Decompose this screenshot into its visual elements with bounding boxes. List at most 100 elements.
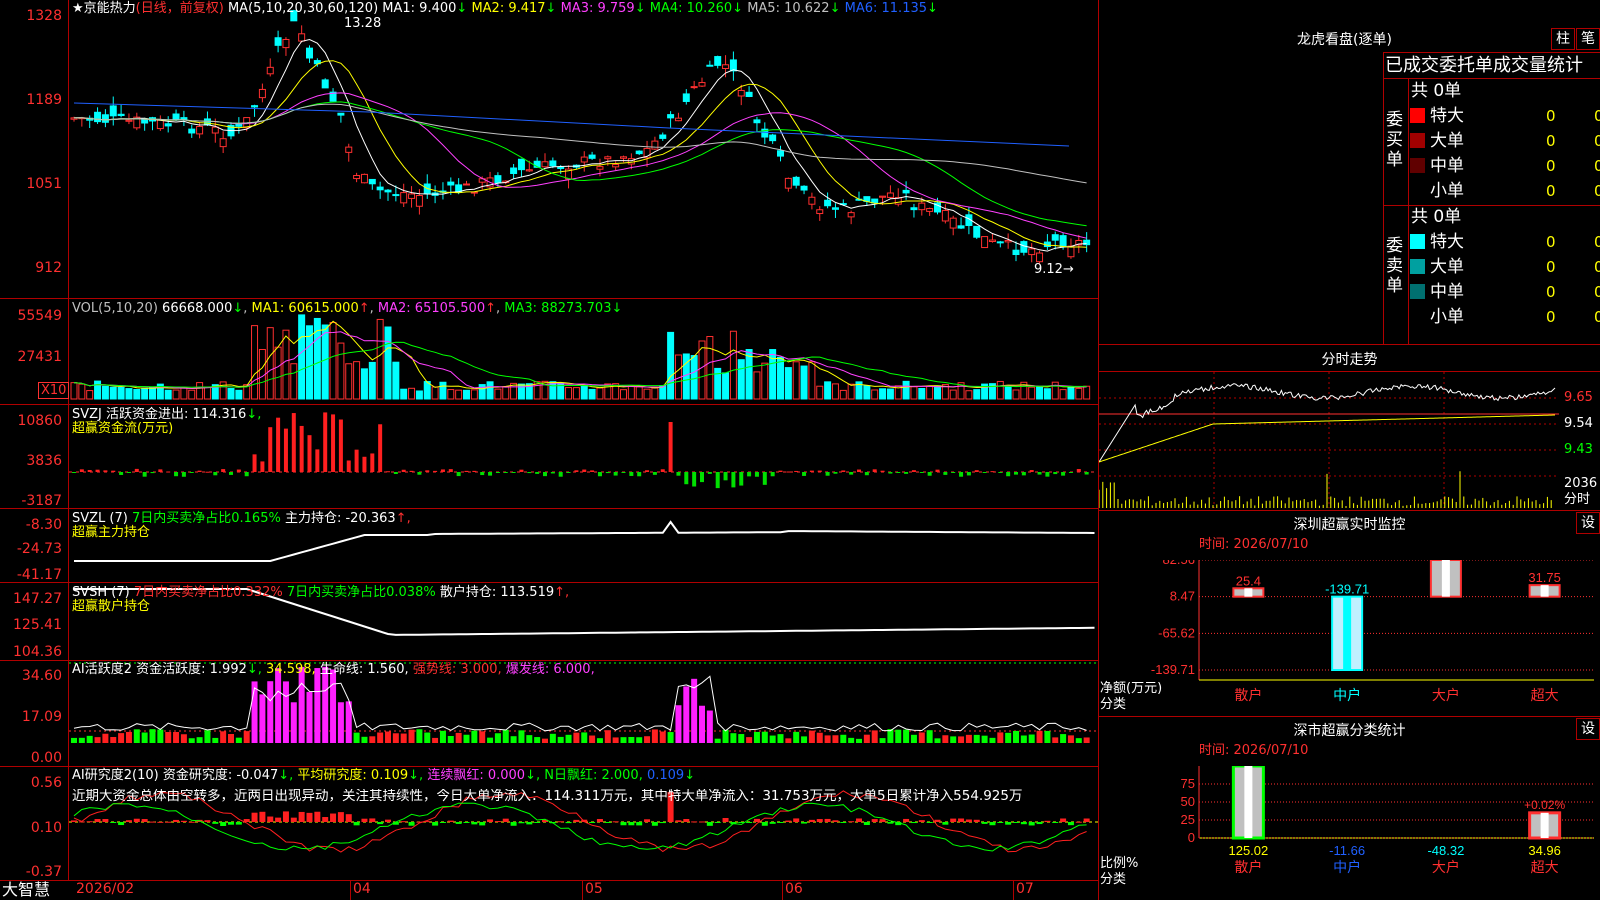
classify-settings-button[interactable]: 设	[1576, 718, 1600, 740]
volume-header: VOL(5,10,20) 66668.000↓, MA1: 60615.000↑…	[72, 301, 623, 316]
research-bar	[1044, 820, 1051, 822]
flow-bar	[354, 449, 359, 472]
volume-bar	[70, 382, 78, 400]
classify-value-label: 125.02	[1228, 843, 1268, 858]
research-bar	[204, 820, 211, 822]
flow-bar	[495, 472, 500, 473]
order-count: 0	[1546, 157, 1556, 175]
candle	[588, 154, 596, 159]
volume-bar	[368, 361, 376, 400]
activity-bar	[667, 732, 674, 743]
monitor-settings-button[interactable]: 设	[1576, 512, 1600, 534]
research-bar	[997, 822, 1004, 823]
classify-category-label: 散户	[1234, 859, 1262, 876]
flow-bar	[213, 472, 218, 476]
y-tick: 17.09	[21, 709, 62, 725]
volume-bar	[360, 368, 368, 400]
color-swatch	[1410, 158, 1425, 173]
research-bar	[502, 818, 509, 822]
flow-bar	[276, 417, 281, 472]
candle	[627, 158, 635, 165]
research-bar	[965, 819, 972, 822]
flow-bar	[731, 472, 736, 488]
candle	[753, 119, 761, 124]
order-percent: 0%	[1594, 258, 1600, 276]
y-tick: 104.36	[13, 644, 62, 660]
y-tick: 0.10	[30, 820, 62, 836]
y-tick: -0.37	[25, 864, 62, 880]
research-bar	[644, 819, 651, 822]
research-bar	[322, 817, 329, 822]
volume-bar	[824, 381, 832, 400]
classify-category-label: 中户	[1333, 859, 1361, 876]
monitor-chart[interactable]: 82.568.47-65.62-139.7125.4散户-139.71中户82.…	[1099, 560, 1600, 716]
activity-bar	[801, 736, 808, 743]
activity-bar	[683, 686, 690, 743]
candlestick-chart[interactable]	[69, 0, 1098, 298]
flow-bar	[307, 435, 312, 472]
color-swatch	[1410, 309, 1425, 324]
ai-research-chart[interactable]	[69, 767, 1098, 880]
candle	[258, 88, 266, 99]
y-tick: 3836	[26, 453, 62, 469]
flow-bar	[1068, 472, 1073, 473]
vol-ma3-line	[73, 341, 1087, 388]
candle	[463, 183, 470, 186]
bar-view-button[interactable]: 柱	[1551, 28, 1575, 50]
brand-label: 大智慧	[2, 880, 51, 899]
volume-bar	[1051, 381, 1059, 400]
research-bar	[314, 811, 321, 822]
activity-bar	[596, 738, 603, 743]
activity-bar	[863, 734, 870, 743]
candle	[620, 156, 627, 159]
candle	[926, 208, 934, 212]
research-bar	[785, 820, 792, 822]
chart-area[interactable]: ★京能热力(日线，前复权) MA(5,10,20,30,60,120) MA1:…	[0, 0, 1099, 900]
volume-bar	[321, 324, 329, 400]
candle	[769, 134, 777, 142]
tick-view-button[interactable]: 笔	[1576, 28, 1600, 50]
flow-bar	[323, 412, 328, 472]
intraday-chart[interactable]	[1099, 372, 1559, 508]
volume-bar	[196, 382, 204, 400]
activity-bar	[471, 730, 478, 743]
y-tick: 9.54	[1564, 416, 1593, 431]
candle	[580, 156, 588, 163]
volume-bar	[282, 329, 290, 400]
classify-bar-highlight	[1540, 812, 1549, 838]
flow-bar	[629, 472, 634, 476]
svsh-sub: 超赢散户持仓	[72, 599, 151, 614]
flow-bar	[1084, 472, 1089, 475]
activity-bar	[777, 734, 784, 743]
flow-bar	[205, 471, 210, 473]
research-bar	[385, 819, 391, 822]
candle	[353, 174, 361, 180]
candle	[910, 207, 918, 211]
candle	[282, 38, 290, 49]
classify-chart[interactable]: 75 50 25 0 125.02散户 -11.66中户 -48.32大户 34.96 超大 +0…	[1099, 766, 1600, 900]
research-bar	[439, 822, 446, 823]
volume-bar	[1059, 389, 1067, 400]
month-tick: 05	[585, 881, 603, 897]
candle	[714, 56, 722, 66]
monitor-value-label: 31.75	[1528, 570, 1561, 585]
activity-bar	[989, 737, 996, 743]
activity-bar	[808, 730, 815, 743]
color-swatch	[1410, 284, 1425, 299]
candle	[847, 212, 855, 218]
activity-bar	[730, 733, 737, 743]
stock-name[interactable]: 京能热力	[84, 1, 136, 16]
candle	[368, 178, 376, 185]
research-bar	[228, 822, 234, 825]
candle	[659, 134, 667, 139]
candle	[549, 160, 557, 167]
ma6-label: MA6: 11.135	[844, 1, 928, 16]
y-tick: 55549	[17, 308, 62, 324]
flow-bar	[817, 470, 822, 472]
classify-top-label: +0.02%	[1524, 798, 1565, 812]
intraday-title: 分时走势	[1321, 352, 1378, 368]
volume-bar	[949, 389, 957, 400]
candle	[816, 209, 824, 215]
activity-bar	[879, 738, 886, 743]
ma4-label: MA4: 10.260	[649, 1, 733, 16]
